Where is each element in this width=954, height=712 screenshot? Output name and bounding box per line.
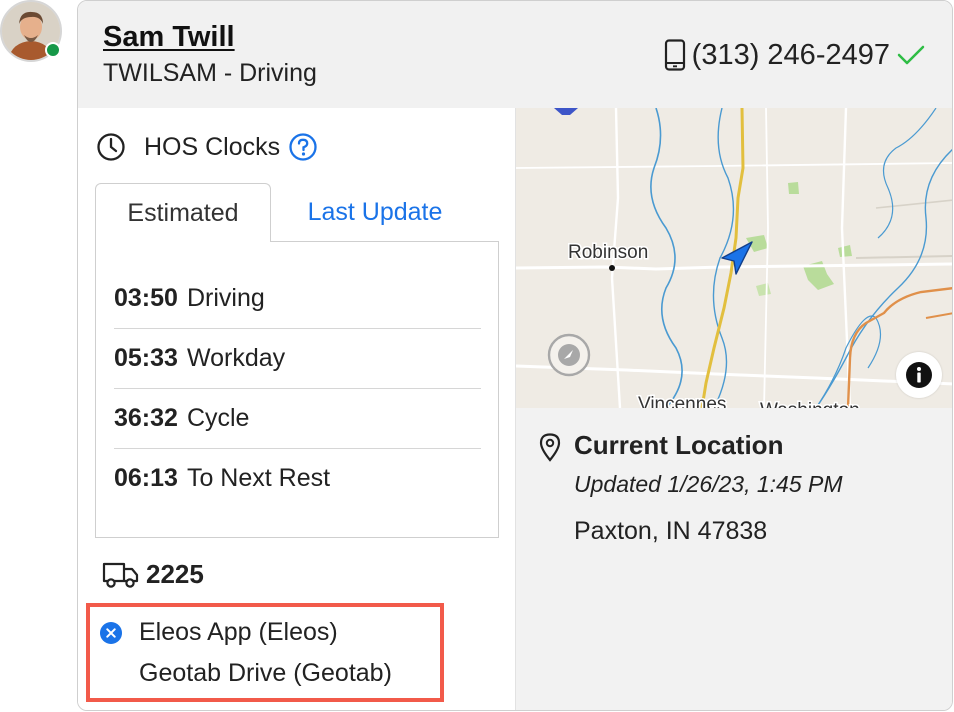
hos-header: HOS Clocks (96, 132, 318, 162)
map-town-dot (609, 265, 615, 271)
map-recenter-button[interactable] (546, 332, 592, 383)
clock-label: Workday (186, 343, 286, 372)
hos-clocks-panel: 03:50 Driving 05:33 Workday 36:32 Cycle … (95, 241, 499, 538)
map-info-button[interactable] (896, 352, 942, 398)
mobile-phone-icon (664, 39, 685, 71)
clock-row-cycle: 36:32 Cycle (114, 388, 481, 449)
map-label-washington: Washington (760, 400, 860, 408)
vehicle-info: 2225 (102, 559, 204, 590)
location-pane: Robinson Vincennes Washington Cu (515, 108, 952, 710)
card-header: Sam Twill TWILSAM - Driving (313) 246-24… (78, 1, 952, 109)
clock-row-next-rest: 06:13 To Next Rest (114, 448, 481, 508)
eld-device-eleos: Eleos App (Eleos) (139, 618, 338, 646)
tab-estimated[interactable]: Estimated (95, 183, 271, 242)
cancel-circle-icon (100, 622, 122, 644)
clock-time: 03:50 (114, 283, 178, 312)
hos-title: HOS Clocks (144, 132, 281, 161)
tab-last-update[interactable]: Last Update (275, 183, 475, 242)
help-question-icon[interactable] (288, 132, 318, 162)
eld-device-geotab: Geotab Drive (Geotab) (139, 659, 392, 687)
driver-card: Sam Twill TWILSAM - Driving (313) 246-24… (77, 0, 953, 711)
map-label-robinson: Robinson (568, 242, 648, 263)
clock-label: Driving (186, 283, 265, 312)
verified-check-icon (897, 45, 925, 65)
clock-icon (97, 133, 125, 161)
clock-label: To Next Rest (186, 463, 331, 492)
info-icon (906, 362, 932, 388)
current-location-title: Current Location (574, 430, 784, 460)
clock-row-workday: 05:33 Workday (114, 328, 481, 389)
clock-time: 36:32 (114, 403, 178, 432)
clock-time: 06:13 (114, 463, 178, 492)
driver-status-line: TWILSAM - Driving (103, 59, 317, 87)
clock-time: 05:33 (114, 343, 178, 372)
phone-number: (313) 246-2497 (691, 38, 890, 71)
compass-icon (547, 333, 591, 377)
truck-icon (102, 562, 139, 588)
map-label-vincennes: Vincennes (638, 394, 726, 408)
hos-pane: HOS Clocks Estimated Last Update 03:50 D… (78, 108, 515, 710)
vehicle-number: 2225 (146, 559, 204, 589)
driver-name-link[interactable]: Sam Twill (103, 21, 235, 54)
location-updated-time: Updated 1/26/23, 1:45 PM (574, 471, 843, 497)
location-address: Paxton, IN 47838 (574, 517, 768, 545)
location-pin-icon (538, 432, 562, 467)
eld-status (99, 621, 123, 650)
clock-label: Cycle (186, 403, 250, 432)
phone-contact[interactable]: (313) 246-2497 (664, 37, 926, 73)
online-status-dot (45, 42, 61, 58)
clock-row-driving: 03:50 Driving (114, 268, 481, 329)
map-park-area (788, 182, 799, 194)
